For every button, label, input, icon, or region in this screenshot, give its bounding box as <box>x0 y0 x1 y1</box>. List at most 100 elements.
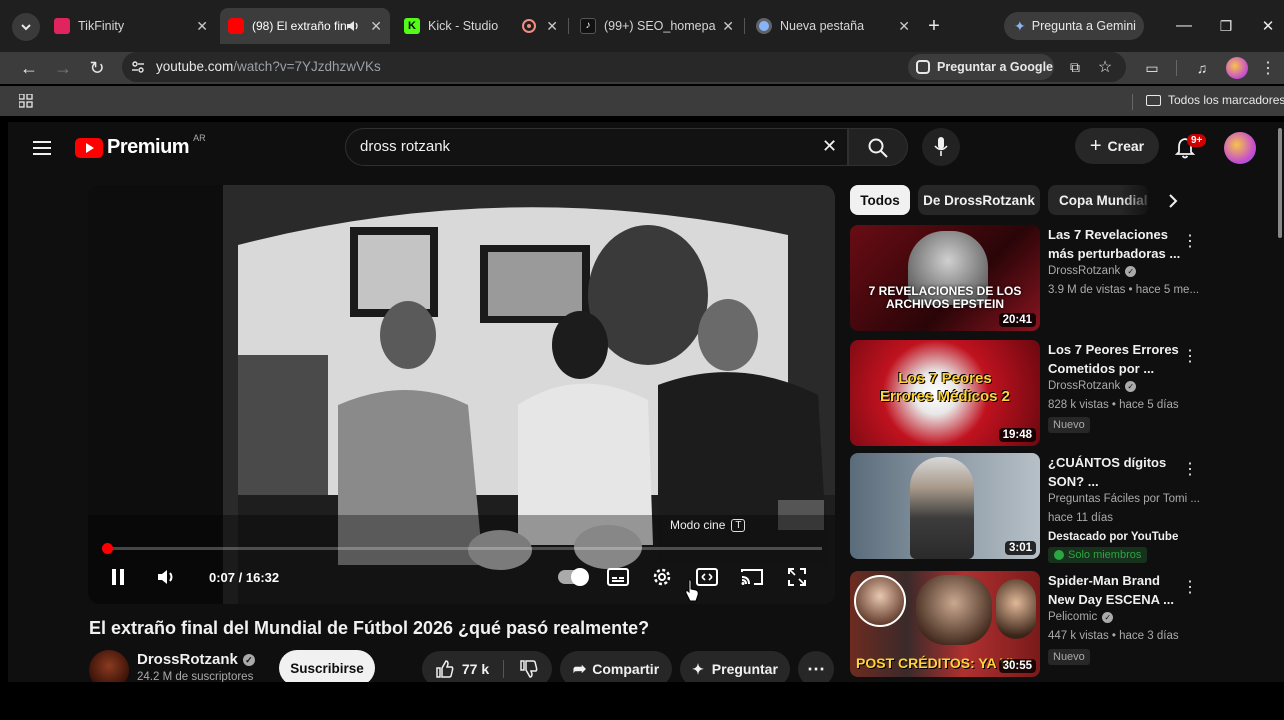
video-duration: 3:01 <box>1004 541 1036 555</box>
tab-kick-studio[interactable]: K Kick - Studio ✕ <box>396 8 566 44</box>
hamburger-menu-icon[interactable] <box>30 136 54 160</box>
restore-button[interactable]: ❐ <box>1214 14 1238 38</box>
subscribe-label: Suscribirse <box>290 660 364 676</box>
tab-youtube-active[interactable]: (98) El extraño final d ✕ <box>220 8 390 44</box>
chip-todos[interactable]: Todos <box>850 185 910 215</box>
close-tab-icon[interactable]: ✕ <box>722 18 734 35</box>
autoplay-knob-icon <box>571 568 589 586</box>
video-title: Spider-Man Brand New Day ESCENA ... <box>1048 571 1198 609</box>
account-avatar[interactable] <box>1224 132 1256 164</box>
like-button[interactable]: 77 k <box>436 660 505 678</box>
page-scrollbar[interactable] <box>1278 128 1282 238</box>
featured-label: Destacado por YouTube <box>1048 531 1179 543</box>
recommended-video[interactable]: 3:01 ¿CUÁNTOS dígitos SON? ... Preguntas … <box>850 453 1210 563</box>
video-thumbnail[interactable]: 7 REVELACIONES DE LOS ARCHIVOS EPSTEIN 2… <box>850 225 1040 331</box>
video-thumbnail[interactable]: Los 7 Peores Errores Médicos 2 19:48 <box>850 340 1040 446</box>
media-controls-icon[interactable]: ♫ <box>1190 56 1214 80</box>
minimize-button[interactable]: — <box>1172 14 1196 38</box>
share-label: Compartir <box>592 661 660 677</box>
close-tab-icon[interactable]: ✕ <box>370 18 382 35</box>
title-line: New Day ESCENA ... <box>1048 592 1174 607</box>
back-button[interactable]: ← <box>16 56 42 80</box>
more-options-icon[interactable]: ⋮ <box>1182 459 1198 479</box>
close-window-button[interactable]: ✕ <box>1256 14 1280 38</box>
new-tab-button[interactable]: + <box>922 14 946 38</box>
autoplay-toggle[interactable] <box>558 568 589 586</box>
thumbs-down-icon[interactable] <box>520 660 538 678</box>
recommended-video[interactable]: 7 REVELACIONES DE LOS ARCHIVOS EPSTEIN 2… <box>850 225 1210 335</box>
address-bar[interactable]: youtube.com/watch?v=7YJzdhzwVKs Pregunta… <box>122 52 1126 82</box>
video-stats: 3.9 M de vistas • hace 5 me... <box>1048 284 1200 296</box>
video-title: El extraño final del Mundial de Fútbol 2… <box>89 618 650 638</box>
subscribe-button[interactable]: Suscribirse <box>279 650 375 686</box>
cinema-mode-label: Modo cine <box>670 518 726 532</box>
video-thumbnail[interactable]: POST CRÉDITOS: YA VI 30:55 <box>850 571 1040 677</box>
video-thumbnail[interactable]: 3:01 <box>850 453 1040 559</box>
tab-search-button[interactable] <box>12 13 40 41</box>
members-only-badge: Solo miembros <box>1048 547 1148 563</box>
install-app-icon[interactable]: ⧉ <box>1064 56 1086 78</box>
channel-line: Pelicomic ✓ <box>1048 611 1114 623</box>
subtitles-icon[interactable] <box>607 568 629 586</box>
create-button[interactable]: + Crear <box>1075 128 1159 164</box>
progress-bar[interactable] <box>102 543 822 554</box>
gemini-button[interactable]: ✦ Pregunta a Gemini <box>1004 12 1144 40</box>
title-line: SON? ... <box>1048 474 1099 489</box>
bookmark-star-icon[interactable]: ☆ <box>1094 56 1116 78</box>
chrome-menu-icon[interactable]: ⋮ <box>1258 56 1278 80</box>
speaker-icon[interactable] <box>346 19 360 33</box>
search-box[interactable]: dross rotzank ✕ <box>345 128 848 166</box>
tab-seo-homepage[interactable]: ♪ (99+) SEO_homepage ✕ <box>572 8 742 44</box>
channel-name: Preguntas Fáciles por Tomi ... <box>1048 493 1200 505</box>
verified-check-icon: ✓ <box>1102 611 1114 623</box>
youtube-favicon-icon <box>228 18 244 34</box>
notification-count-badge: 9+ <box>1187 134 1207 147</box>
chips-next-button[interactable] <box>1160 188 1186 214</box>
search-button[interactable] <box>848 128 908 166</box>
fullscreen-icon[interactable] <box>788 568 806 586</box>
recommended-video[interactable]: POST CRÉDITOS: YA VI 30:55 Spider-Man Br… <box>850 571 1210 677</box>
notifications-button[interactable]: 9+ <box>1172 134 1207 164</box>
settings-gear-icon[interactable] <box>651 566 673 588</box>
close-tab-icon[interactable]: ✕ <box>546 18 558 35</box>
verified-check-icon: ✓ <box>242 653 255 666</box>
ask-google-button[interactable]: Preguntar a Google <box>908 54 1054 80</box>
progress-scrubber[interactable] <box>102 543 114 554</box>
apps-grid-icon[interactable] <box>19 94 33 108</box>
close-tab-icon[interactable]: ✕ <box>196 18 208 35</box>
recommended-video[interactable]: Los 7 Peores Errores Médicos 2 19:48 Los… <box>850 340 1210 450</box>
cast-to-tv-icon[interactable] <box>741 568 763 586</box>
channel-name[interactable]: DrossRotzank ✓ <box>137 651 255 668</box>
search-input[interactable]: dross rotzank <box>360 138 450 155</box>
reload-button[interactable]: ↻ <box>84 56 110 80</box>
cast-icon[interactable]: ▭ <box>1140 56 1164 80</box>
tab-tikfinity[interactable]: TikFinity ✕ <box>44 8 216 44</box>
profile-avatar[interactable] <box>1226 57 1248 79</box>
pause-icon[interactable] <box>110 567 126 587</box>
ask-label: Preguntar <box>711 661 778 677</box>
chip-label: De DrossRotzank <box>923 192 1035 208</box>
folder-icon <box>1146 94 1161 106</box>
more-options-icon[interactable]: ⋮ <box>1182 346 1198 366</box>
chip-de-drossrotzank[interactable]: De DrossRotzank <box>918 185 1040 215</box>
clear-search-icon[interactable]: ✕ <box>822 136 837 157</box>
forward-button[interactable]: → <box>50 56 76 80</box>
more-options-icon[interactable]: ⋮ <box>1182 231 1198 251</box>
youtube-logo[interactable]: Premium AR <box>75 132 206 159</box>
bottom-letterbox <box>0 682 1284 720</box>
tab-title: (99+) SEO_homepage <box>604 19 716 33</box>
site-info-icon[interactable] <box>130 59 146 75</box>
country-code: AR <box>193 132 206 143</box>
tab-new-tab[interactable]: Nueva pestaña ✕ <box>748 8 918 44</box>
video-player[interactable]: Modo cine T 0:07 / 16:32 <box>88 185 835 604</box>
cinema-mode-tooltip: Modo cine T <box>670 518 746 532</box>
thumbnail-caption: Los 7 Peores Errores Médicos 2 <box>879 370 1011 405</box>
all-bookmarks-button[interactable]: Todos los marcadores <box>1146 93 1284 107</box>
close-tab-icon[interactable]: ✕ <box>898 18 910 35</box>
voice-search-button[interactable] <box>922 128 960 166</box>
more-options-icon[interactable]: ⋮ <box>1182 577 1198 597</box>
verified-check-icon: ✓ <box>1125 265 1137 277</box>
volume-icon[interactable] <box>156 567 176 587</box>
share-icon: ➦ <box>572 661 587 678</box>
youtube-play-logo-icon <box>75 137 103 158</box>
